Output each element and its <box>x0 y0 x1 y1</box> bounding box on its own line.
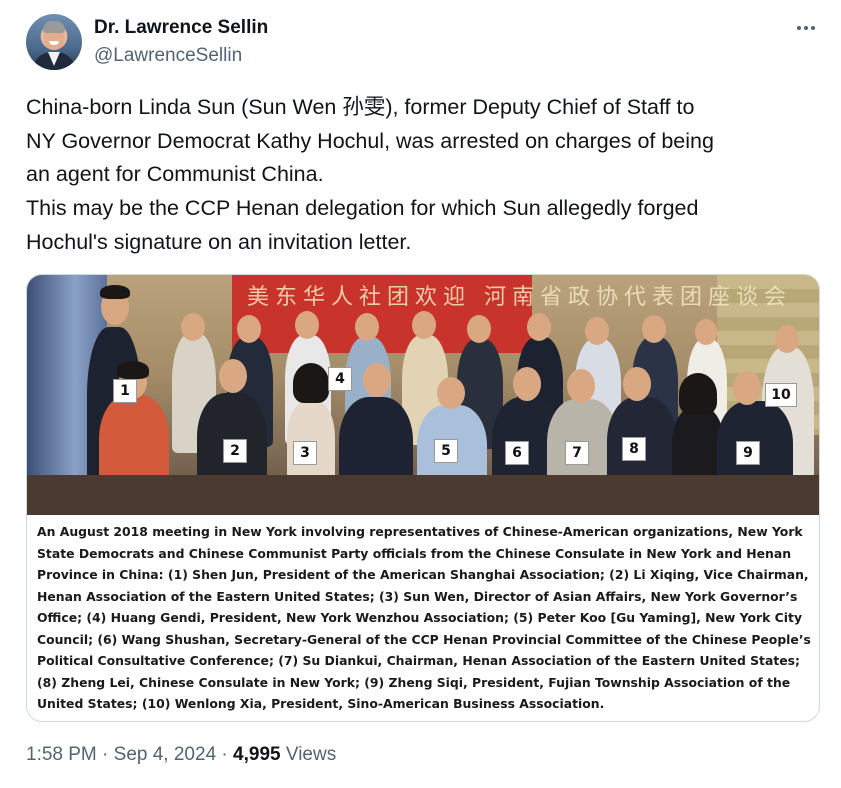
tweet-date[interactable]: Sep 4, 2024 <box>114 744 216 765</box>
photo-person-head <box>412 311 436 339</box>
tweet-text-line: NY Governor Democrat Kathy Hochul, was a… <box>26 128 714 153</box>
tweet: Dr. Lawrence Sellin @LawrenceSellin Chin… <box>0 0 841 788</box>
tweet-text: China-born Linda Sun (Sun Wen 孙雯), forme… <box>26 91 816 260</box>
photo-person-head <box>695 319 717 345</box>
photo-banner-text: 美东华人社团欢迎 河南省政协代表团座谈会 <box>247 285 792 310</box>
tweet-footer: 1:58 PM · Sep 4, 2024 · 4,995 Views <box>26 744 336 766</box>
photo-number-label-10: 10 <box>765 383 797 407</box>
photo-number-label-8: 8 <box>622 437 646 461</box>
photo-person-head <box>513 367 541 401</box>
tweet-text-line: This may be the CCP Henan delegation for… <box>26 196 699 221</box>
photo-person-head <box>437 377 465 409</box>
photo-person-head <box>642 315 666 343</box>
photo-number-label-7: 7 <box>565 441 589 465</box>
avatar-hair <box>43 21 65 33</box>
media-card[interactable]: 美东华人社团欢迎 河南省政协代表团座谈会 1 2 3 4 5 6 7 8 9 1… <box>26 274 820 722</box>
photo-person-head <box>567 369 595 403</box>
caption-line: Henan Association of the Eastern United … <box>37 588 798 604</box>
avatar[interactable] <box>26 14 82 70</box>
photo-person-head <box>219 359 247 393</box>
views-label[interactable]: Views <box>286 744 336 765</box>
photo-number-label-4: 4 <box>328 367 352 391</box>
tweet-text-line: Hochul's signature on an invitation lett… <box>26 229 412 254</box>
photo-person-hair <box>100 285 130 299</box>
photo-number-label-2: 2 <box>223 439 247 463</box>
more-horizontal-icon[interactable] <box>793 18 819 38</box>
tweet-time[interactable]: 1:58 PM <box>26 744 97 765</box>
caption-line: (8) Zheng Lei, Chinese Consulate in New … <box>37 674 791 690</box>
footer-separator: · <box>221 744 228 765</box>
caption-line: Political Consultative Conference; (7) S… <box>37 653 800 668</box>
photo-floor <box>27 475 819 515</box>
photo-person-head <box>295 311 319 339</box>
photo-person-head <box>733 371 761 405</box>
photo-person-hair <box>117 361 149 379</box>
caption-line: Office; (4) Huang Gendi, President, New … <box>37 610 803 625</box>
photo-person-head <box>467 315 491 343</box>
tweet-text-line: an agent for Communist China. <box>26 162 324 187</box>
footer-separator: · <box>102 744 109 765</box>
photo-person-hair <box>293 363 329 403</box>
caption-line: An August 2018 meeting in New York invol… <box>37 524 803 539</box>
photo-person-head <box>355 313 379 341</box>
photo-number-label-3: 3 <box>293 441 317 465</box>
photo-person-head <box>527 313 551 341</box>
photo-person-head <box>585 317 609 345</box>
author-display-name[interactable]: Dr. Lawrence Sellin <box>94 17 268 39</box>
caption-line: State Democrats and Chinese Communist Pa… <box>37 545 792 561</box>
meeting-photo[interactable]: 美东华人社团欢迎 河南省政协代表团座谈会 1 2 3 4 5 6 7 8 9 1… <box>27 275 819 515</box>
photo-number-label-6: 6 <box>505 441 529 465</box>
photo-person-head <box>775 325 799 353</box>
photo-number-label-1: 1 <box>113 379 137 403</box>
photo-caption: An August 2018 meeting in New York invol… <box>37 521 811 715</box>
photo-person-head <box>237 315 261 343</box>
caption-line: Council; (6) Wang Shushan, Secretary-Gen… <box>37 631 811 647</box>
photo-number-label-9: 9 <box>736 441 760 465</box>
photo-person-head <box>363 363 391 397</box>
photo-person-head <box>623 367 651 401</box>
photo-number-label-5: 5 <box>434 439 458 463</box>
caption-line: Province in China: (1) Shen Jun, Preside… <box>37 567 809 582</box>
views-count: 4,995 <box>233 744 281 765</box>
author-handle[interactable]: @LawrenceSellin <box>94 45 242 67</box>
tweet-text-line: China-born Linda Sun (Sun Wen 孙雯), forme… <box>26 95 695 119</box>
photo-person-hair <box>679 373 717 415</box>
caption-line: United States; (10) Wenlong Xia, Preside… <box>37 696 605 711</box>
photo-person-head <box>181 313 205 341</box>
